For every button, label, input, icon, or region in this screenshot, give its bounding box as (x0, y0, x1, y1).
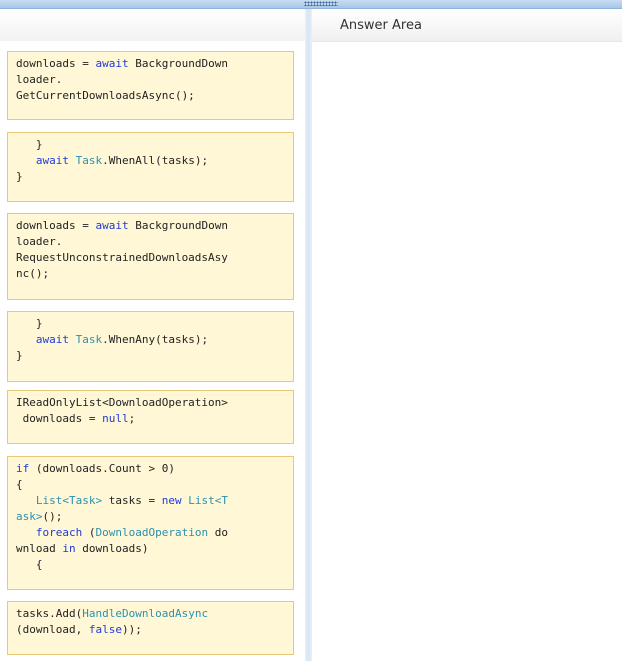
code-card-get-current-downloads[interactable]: downloads = await BackgroundDown loader. G… (7, 51, 294, 120)
code-card-when-any[interactable]: } await Task.WhenAny(tasks);} (7, 311, 294, 382)
code-line: } (16, 348, 285, 364)
code-token: null (102, 412, 129, 425)
answer-area-pane[interactable]: Answer Area (312, 9, 622, 661)
code-token: GetCurrentDownloadsAsync(); (16, 89, 195, 102)
code-card-if-foreach[interactable]: if (downloads.Count > 0){ List<Task> tas… (7, 456, 294, 590)
code-token: BackgroundDown (128, 57, 228, 70)
code-token: new (161, 494, 182, 507)
code-token: } (16, 138, 43, 151)
code-token: await (95, 57, 129, 70)
code-line: nc(); (16, 266, 285, 282)
answer-area-title: Answer Area (340, 18, 422, 33)
code-line: loader. (16, 234, 285, 250)
code-token: loader. (16, 73, 63, 86)
code-token: RequestUnconstrainedDownloadsAsy (16, 251, 228, 264)
code-token: downloads) (75, 542, 149, 555)
code-token: foreach (35, 526, 83, 539)
code-token: in (62, 542, 76, 555)
code-line: } (16, 316, 285, 332)
code-line: { (16, 557, 285, 573)
code-token: (download, (16, 623, 89, 636)
code-token: ( (82, 526, 96, 539)
code-token: nc(); (16, 267, 50, 280)
code-token: downloads = (16, 57, 96, 70)
code-token: HandleDownloadAsync (82, 607, 209, 620)
code-token: await (35, 333, 69, 346)
code-token: ask> (16, 510, 43, 523)
code-card-tasks-add[interactable]: tasks.Add(HandleDownloadAsync (download, … (7, 601, 294, 655)
code-token: downloads = (16, 412, 103, 425)
code-card-request-unconstrained[interactable]: downloads = await BackgroundDown loader. R… (7, 213, 294, 300)
code-line: loader. (16, 72, 285, 88)
code-token: if (16, 462, 30, 475)
code-token: wnload (16, 542, 63, 555)
code-line: { (16, 477, 285, 493)
code-token: downloads = (16, 219, 96, 232)
pane-splitter[interactable] (305, 9, 312, 661)
code-line: await Task.WhenAll(tasks); (16, 153, 285, 169)
code-token: List<Task> (35, 494, 103, 507)
code-token: await (35, 154, 69, 167)
code-token: } (16, 317, 43, 330)
code-card-when-all[interactable]: } await Task.WhenAll(tasks);} (7, 132, 294, 202)
code-line: tasks.Add(HandleDownloadAsync (16, 606, 285, 622)
code-token: { (16, 478, 23, 491)
code-token: DownloadOperation (95, 526, 209, 539)
code-token: BackgroundDown (128, 219, 228, 232)
code-token: )); (121, 623, 142, 636)
code-token: Task (75, 154, 103, 167)
code-token: IReadOnlyList<DownloadOperation> (16, 396, 228, 409)
splitter-grip-icon[interactable] (304, 1, 338, 6)
code-card-declare-downloads[interactable]: IReadOnlyList<DownloadOperation> downloa… (7, 390, 294, 444)
snippet-pane-header (0, 9, 305, 41)
code-line: RequestUnconstrainedDownloadsAsy (16, 250, 285, 266)
code-line: downloads = await BackgroundDown (16, 218, 285, 234)
code-token: ; (128, 412, 136, 425)
code-token: do (208, 526, 228, 539)
code-token: (downloads.Count > 0) (29, 462, 175, 475)
code-token: tasks = (102, 494, 162, 507)
code-line: GetCurrentDownloadsAsync(); (16, 88, 285, 104)
code-token: (); (42, 510, 63, 523)
code-token: false (88, 623, 122, 636)
code-token: } (16, 170, 23, 183)
code-token: .WhenAll(tasks); (102, 154, 209, 167)
code-token: } (16, 349, 23, 362)
code-line: await Task.WhenAny(tasks); (16, 332, 285, 348)
code-token: tasks.Add( (16, 607, 83, 620)
answer-area-header: Answer Area (312, 9, 622, 42)
code-line: IReadOnlyList<DownloadOperation> (16, 395, 285, 411)
code-token: Task (75, 333, 103, 346)
code-line: downloads = await BackgroundDown (16, 56, 285, 72)
code-line: List<Task> tasks = new List<T (16, 493, 285, 509)
code-token: loader. (16, 235, 63, 248)
code-line: foreach (DownloadOperation do (16, 525, 285, 541)
code-line: downloads = null; (16, 411, 285, 427)
code-line: wnload in downloads) (16, 541, 285, 557)
code-token: List<T (188, 494, 228, 507)
code-line: if (downloads.Count > 0) (16, 461, 285, 477)
code-line: } (16, 137, 285, 153)
code-line: } (16, 169, 285, 185)
window-top-bar (0, 0, 622, 9)
code-token: .WhenAny(tasks); (102, 333, 209, 346)
code-token: { (16, 558, 43, 571)
code-line: ask>(); (16, 509, 285, 525)
code-line: (download, false)); (16, 622, 285, 638)
code-token: await (95, 219, 129, 232)
